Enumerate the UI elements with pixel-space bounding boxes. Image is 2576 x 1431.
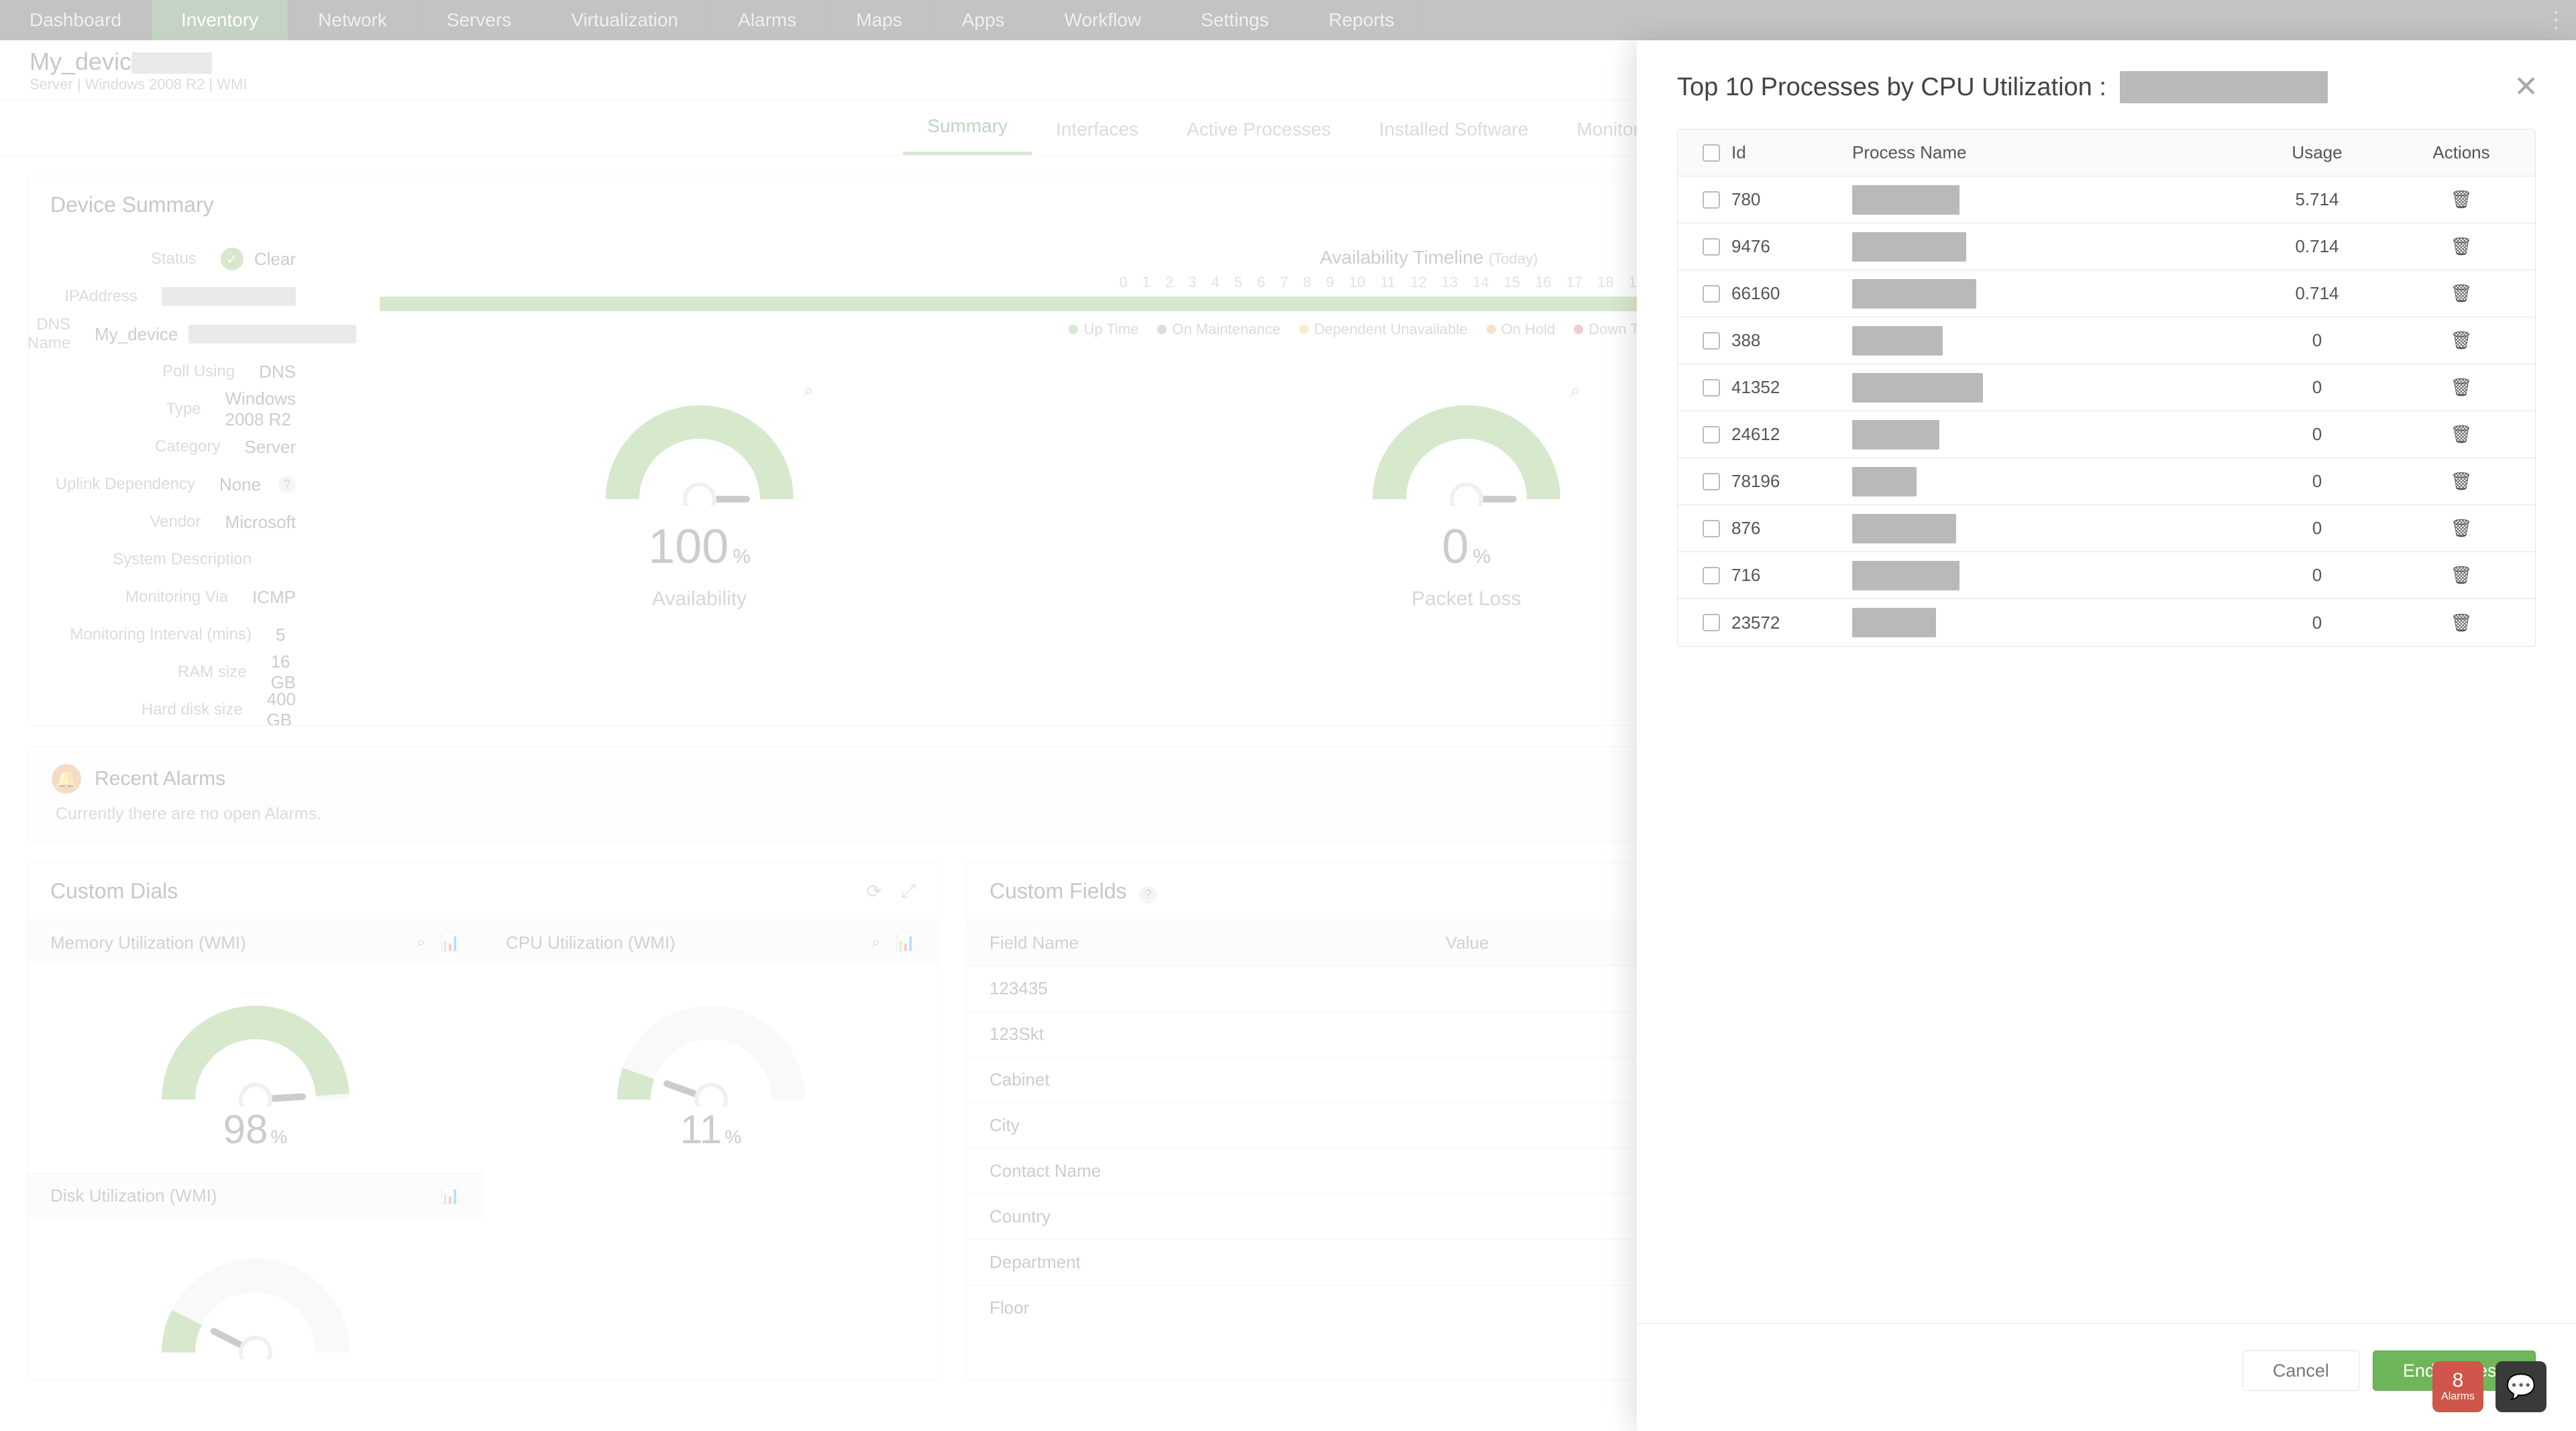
row-checkbox[interactable]	[1703, 473, 1720, 490]
trash-icon[interactable]: 🗑	[2450, 471, 2472, 492]
process-row: 24612 0 🗑	[1678, 411, 2535, 458]
process-id: 41352	[1731, 377, 1852, 398]
modal-title: Top 10 Processes by CPU Utilization :	[1677, 71, 2328, 103]
process-id: 876	[1731, 518, 1852, 539]
trash-icon[interactable]: 🗑	[2450, 613, 2472, 633]
top-processes-modal: Top 10 Processes by CPU Utilization : ✕ …	[1637, 40, 2576, 1431]
close-icon[interactable]: ✕	[2514, 72, 2538, 102]
select-all-checkbox[interactable]	[1703, 144, 1720, 162]
process-row: 23572 0 🗑	[1678, 599, 2535, 646]
trash-icon[interactable]: 🗑	[2450, 565, 2472, 586]
process-row: 876 0 🗑	[1678, 505, 2535, 552]
process-name-redacted	[1852, 467, 1917, 496]
process-usage: 0	[2233, 518, 2401, 539]
process-name-redacted	[1852, 373, 1983, 403]
process-id: 23572	[1731, 613, 1852, 633]
modal-title-redacted	[2120, 71, 2328, 103]
process-id: 66160	[1731, 283, 1852, 304]
trash-icon[interactable]: 🗑	[2450, 518, 2472, 539]
process-row: 66160 0.714 🗑	[1678, 270, 2535, 317]
process-name-redacted	[1852, 608, 1936, 637]
col-actions: Actions	[2401, 142, 2522, 163]
process-name-redacted	[1852, 420, 1939, 449]
process-usage: 5.714	[2233, 189, 2401, 210]
row-checkbox[interactable]	[1703, 567, 1720, 584]
process-usage: 0	[2233, 424, 2401, 445]
process-usage: 0	[2233, 377, 2401, 398]
alarms-floater[interactable]: 8 Alarms	[2432, 1361, 2483, 1412]
process-table-header: Id Process Name Usage Actions	[1678, 129, 2535, 176]
process-row: 9476 0.714 🗑	[1678, 223, 2535, 270]
trash-icon[interactable]: 🗑	[2450, 330, 2472, 351]
process-name-redacted	[1852, 185, 1960, 215]
process-id: 780	[1731, 189, 1852, 210]
trash-icon[interactable]: 🗑	[2450, 189, 2472, 210]
trash-icon[interactable]: 🗑	[2450, 377, 2472, 398]
process-usage: 0	[2233, 471, 2401, 492]
trash-icon[interactable]: 🗑	[2450, 283, 2472, 304]
process-table: Id Process Name Usage Actions 7805.714🗑9…	[1677, 129, 2536, 647]
process-id: 716	[1731, 565, 1852, 586]
process-usage: 0	[2233, 330, 2401, 351]
process-row: 78196 0 🗑	[1678, 458, 2535, 505]
process-name-redacted	[1852, 232, 1966, 262]
row-checkbox[interactable]	[1703, 285, 1720, 303]
col-process-name: Process Name	[1852, 142, 2233, 163]
process-name-redacted	[1852, 514, 1956, 543]
row-checkbox[interactable]	[1703, 614, 1720, 631]
process-name-redacted	[1852, 561, 1960, 590]
process-row: 716 0 🗑	[1678, 552, 2535, 599]
col-usage: Usage	[2233, 142, 2401, 163]
process-id: 24612	[1731, 424, 1852, 445]
process-usage: 0.714	[2233, 236, 2401, 257]
process-row: 780 5.714 🗑	[1678, 176, 2535, 223]
process-id: 388	[1731, 330, 1852, 351]
process-usage: 0	[2233, 613, 2401, 633]
row-checkbox[interactable]	[1703, 238, 1720, 256]
chat-floater[interactable]: 💬	[2496, 1361, 2546, 1412]
process-row: 388 0 🗑	[1678, 317, 2535, 364]
cancel-button[interactable]: Cancel	[2243, 1350, 2359, 1391]
row-checkbox[interactable]	[1703, 520, 1720, 537]
floating-widgets: 8 Alarms 💬	[2432, 1361, 2546, 1412]
row-checkbox[interactable]	[1703, 191, 1720, 209]
process-row: 41352 0 🗑	[1678, 364, 2535, 411]
process-name-redacted	[1852, 279, 1976, 309]
process-name-redacted	[1852, 326, 1943, 356]
trash-icon[interactable]: 🗑	[2450, 424, 2472, 445]
trash-icon[interactable]: 🗑	[2450, 236, 2472, 257]
row-checkbox[interactable]	[1703, 332, 1720, 350]
process-id: 9476	[1731, 236, 1852, 257]
row-checkbox[interactable]	[1703, 426, 1720, 443]
process-usage: 0	[2233, 565, 2401, 586]
process-usage: 0.714	[2233, 283, 2401, 304]
row-checkbox[interactable]	[1703, 379, 1720, 396]
process-id: 78196	[1731, 471, 1852, 492]
col-id: Id	[1731, 142, 1852, 163]
